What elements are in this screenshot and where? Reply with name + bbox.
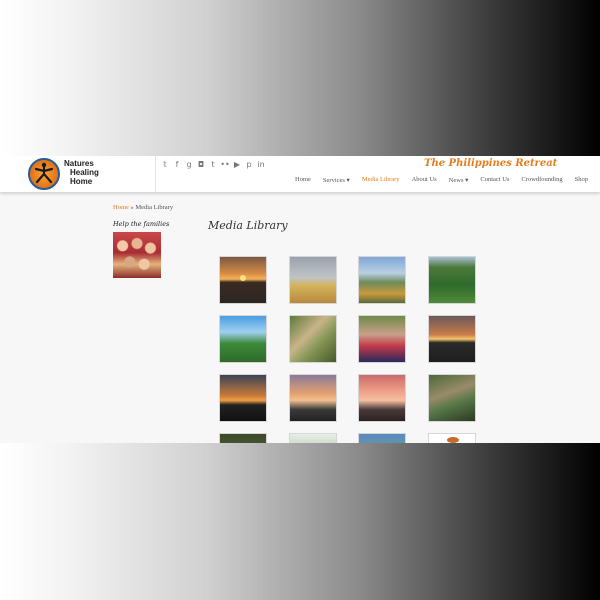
instagram-icon[interactable]: ◘	[196, 160, 206, 170]
social-icons: 𝕥 f g ◘ t •• ▶ p in	[160, 160, 266, 170]
page-title: Media Library	[208, 219, 288, 232]
thumbnail-trees[interactable]	[358, 433, 406, 443]
facebook-icon[interactable]: f	[172, 160, 182, 170]
logo-wordmark[interactable]: Natures Healing Home	[64, 159, 99, 186]
natures-healing-home-logo[interactable]	[28, 158, 60, 190]
logo-line-2: Healing	[70, 168, 99, 177]
main-nav: Home Services ▾ Media Library About Us N…	[289, 176, 594, 184]
thumbnail-man-by-rocks[interactable]	[289, 315, 337, 363]
webpage-viewport: Natures Healing Home 𝕥 f g ◘ t •• ▶ p in…	[0, 156, 600, 443]
nav-crowdfounding[interactable]: Crowdfounding	[515, 176, 568, 184]
thumbnail-sunset-clouds[interactable]	[289, 374, 337, 422]
nav-about-us[interactable]: About Us	[406, 176, 443, 184]
thumbnail-dusk-sky[interactable]	[219, 374, 267, 422]
thumbnail-logo-graphic[interactable]	[428, 433, 476, 443]
logo-line-3: Home	[70, 177, 93, 186]
thumbnail-green-mountains[interactable]	[428, 256, 476, 304]
site-header: Natures Healing Home 𝕥 f g ◘ t •• ▶ p in…	[0, 156, 600, 192]
breadcrumb: Home » Media Library	[113, 204, 173, 211]
nav-services[interactable]: Services ▾	[317, 176, 356, 184]
thumbnail-white-building[interactable]	[289, 433, 337, 443]
thumbnail-orange-sunset[interactable]	[428, 315, 476, 363]
thumbnail-valley-landscape[interactable]	[358, 256, 406, 304]
thumbnail-rocky-stream[interactable]	[428, 374, 476, 422]
thumbnail-family-group[interactable]	[358, 315, 406, 363]
thumbnail-pink-sunset[interactable]	[358, 374, 406, 422]
sidebar-title: Help the families	[113, 220, 170, 228]
nav-contact-us[interactable]: Contact Us	[474, 176, 515, 184]
logo-line-1: Natures	[64, 159, 94, 168]
nav-news[interactable]: News ▾	[443, 176, 475, 184]
flickr-icon[interactable]: ••	[220, 160, 230, 170]
youtube-icon[interactable]: ▶	[232, 160, 242, 170]
help-families-photo[interactable]	[113, 232, 161, 278]
thumbnail-sunset-over-hills[interactable]	[219, 256, 267, 304]
linkedin-icon[interactable]: in	[256, 160, 266, 170]
breadcrumb-current: Media Library	[135, 204, 174, 211]
pinterest-icon[interactable]: p	[244, 160, 254, 170]
thumbnail-tree-and-house[interactable]	[219, 315, 267, 363]
google-plus-icon[interactable]: g	[184, 160, 194, 170]
thumbnail-garden[interactable]	[219, 433, 267, 443]
yoga-figure-icon	[34, 162, 54, 184]
thumbnail-field-with-buildings[interactable]	[289, 256, 337, 304]
twitter-icon[interactable]: 𝕥	[160, 160, 170, 170]
nav-home[interactable]: Home	[289, 176, 317, 184]
nav-media-library[interactable]: Media Library	[356, 176, 406, 184]
nav-shop[interactable]: Shop	[569, 176, 594, 184]
breadcrumb-home-link[interactable]: Home	[113, 204, 129, 211]
site-tagline: The Philippines Retreat	[424, 158, 558, 169]
tumblr-icon[interactable]: t	[208, 160, 218, 170]
